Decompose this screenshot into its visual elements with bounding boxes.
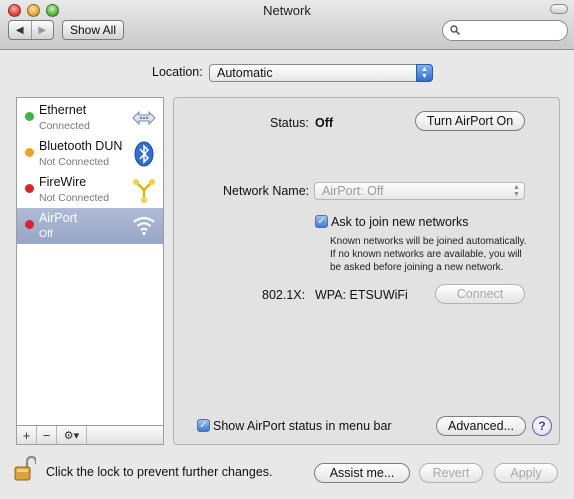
advanced-button[interactable]: Advanced... <box>436 416 526 436</box>
service-list-toolbar: + − ⚙▾ <box>16 425 164 445</box>
wifi-icon <box>133 216 155 236</box>
back-button[interactable]: ◀ <box>9 21 31 39</box>
status-value: Off <box>315 116 334 130</box>
help-button[interactable]: ? <box>532 416 552 436</box>
dot1x-value: WPA: ETSUWiFi <box>315 288 408 302</box>
add-service-button[interactable]: + <box>17 426 37 444</box>
service-item-airport[interactable]: AirPort Off <box>17 208 163 244</box>
service-name: FireWire <box>39 175 87 189</box>
location-value: Automatic <box>217 66 273 80</box>
assist-me-button[interactable]: Assist me... <box>314 463 410 483</box>
back-forward-group: ◀ ▶ <box>8 20 54 40</box>
service-item-ethernet[interactable]: Ethernet Connected <box>17 100 163 136</box>
search-field[interactable] <box>442 20 568 41</box>
show-status-checkbox[interactable]: ✓ <box>197 419 210 432</box>
location-popup[interactable]: Automatic ▲ ▼ <box>209 64 433 82</box>
service-status: Not Connected <box>39 192 110 204</box>
service-item-firewire[interactable]: FireWire Not Connected <box>17 172 163 208</box>
service-status: Connected <box>39 120 90 132</box>
ask-to-join-note-line-2: If no known networks are available, you … <box>330 249 522 260</box>
status-dot-red <box>25 184 34 193</box>
connect-button[interactable]: Connect <box>435 284 525 304</box>
popup-arrows-icon: ▲ ▼ <box>416 64 433 82</box>
network-name-value: AirPort: Off <box>322 184 384 198</box>
forward-arrow-icon: ▶ <box>38 24 47 36</box>
service-list: Ethernet Connected Bluetooth DUN Not Con… <box>16 97 164 445</box>
bluetooth-icon <box>134 141 154 167</box>
turn-airport-on-button[interactable]: Turn AirPort On <box>415 111 525 131</box>
airport-settings-panel: Status: Off Turn AirPort On Network Name… <box>173 97 560 445</box>
service-status: Off <box>39 228 53 240</box>
status-dot-green <box>25 112 34 121</box>
toolbar-toggle-button[interactable] <box>550 4 568 14</box>
status-dot-yellow <box>25 148 34 157</box>
service-name: Bluetooth DUN <box>39 139 123 153</box>
popup-arrows-icon: ▲ ▼ <box>513 183 520 198</box>
lock-icon[interactable] <box>14 456 36 482</box>
status-dot-red <box>25 220 34 229</box>
network-name-label: Network Name: <box>223 184 310 198</box>
service-name: Ethernet <box>39 103 87 117</box>
ask-to-join-label: Ask to join new networks <box>331 215 469 229</box>
remove-service-button[interactable]: − <box>37 426 57 444</box>
ethernet-arrows-icon <box>132 110 156 126</box>
revert-button[interactable]: Revert <box>419 463 483 483</box>
ask-to-join-checkbox[interactable]: ✓ <box>315 215 328 228</box>
firewire-icon <box>133 179 155 203</box>
location-label: Location: <box>152 65 203 79</box>
forward-button[interactable]: ▶ <box>30 21 54 39</box>
window-title: Network <box>263 3 311 18</box>
lock-message: Click the lock to prevent further change… <box>46 465 273 479</box>
network-name-popup[interactable]: AirPort: Off ▲ ▼ <box>314 182 525 200</box>
ask-to-join-note-line-3: be asked before joining a new network. <box>330 262 504 273</box>
action-menu-button[interactable]: ⚙▾ <box>57 426 87 444</box>
service-status: Not Connected <box>39 156 110 168</box>
status-label: Status: <box>270 116 309 130</box>
show-status-label: Show AirPort status in menu bar <box>213 419 392 433</box>
dot1x-label: 802.1X: <box>262 288 306 302</box>
search-icon <box>450 25 460 35</box>
network-preferences-window: Network ◀ ▶ Show All Location: Automatic… <box>0 0 574 499</box>
apply-button[interactable]: Apply <box>494 463 558 483</box>
back-arrow-icon: ◀ <box>15 24 24 36</box>
service-name: AirPort <box>39 211 78 225</box>
service-item-bluetooth-dun[interactable]: Bluetooth DUN Not Connected <box>17 136 163 172</box>
show-all-button[interactable]: Show All <box>62 20 124 40</box>
ask-to-join-note-line-1: Known networks will be joined automatica… <box>330 236 527 247</box>
title-bar: Network ◀ ▶ Show All <box>0 0 574 50</box>
